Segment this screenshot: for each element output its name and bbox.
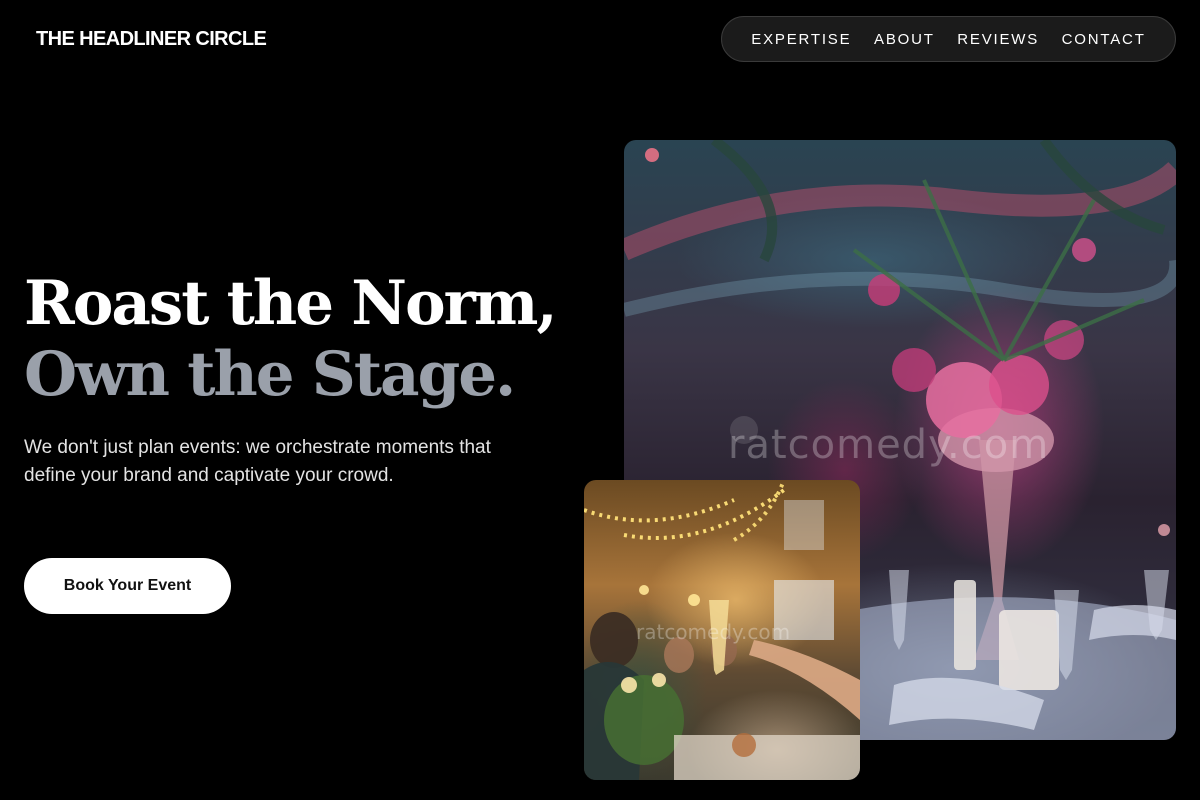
headline-line-secondary: Own the Stage. [24,339,516,410]
toast-celebration-photo: ratcomedy.com [584,480,860,780]
page: THE HEADLINER CIRCLE EXPERTISE ABOUT REV… [0,0,1200,800]
nav-link-reviews[interactable]: REVIEWS [957,31,1039,48]
main-nav: EXPERTISE ABOUT REVIEWS CONTACT [721,16,1176,62]
hero-description: We don't just plan events: we orchestrat… [24,437,491,486]
book-event-button[interactable]: Book Your Event [24,558,231,614]
celebration-illustration [584,480,860,780]
nav-link-about[interactable]: ABOUT [874,31,935,48]
nav-link-expertise[interactable]: EXPERTISE [751,31,851,48]
headline-line-primary: Roast the Norm, [24,268,558,339]
nav-link-contact[interactable]: CONTACT [1062,31,1146,48]
brand-logo[interactable]: THE HEADLINER CIRCLE [36,26,267,52]
hero-headline: Roast the Norm, Own the Stage. [24,268,558,410]
